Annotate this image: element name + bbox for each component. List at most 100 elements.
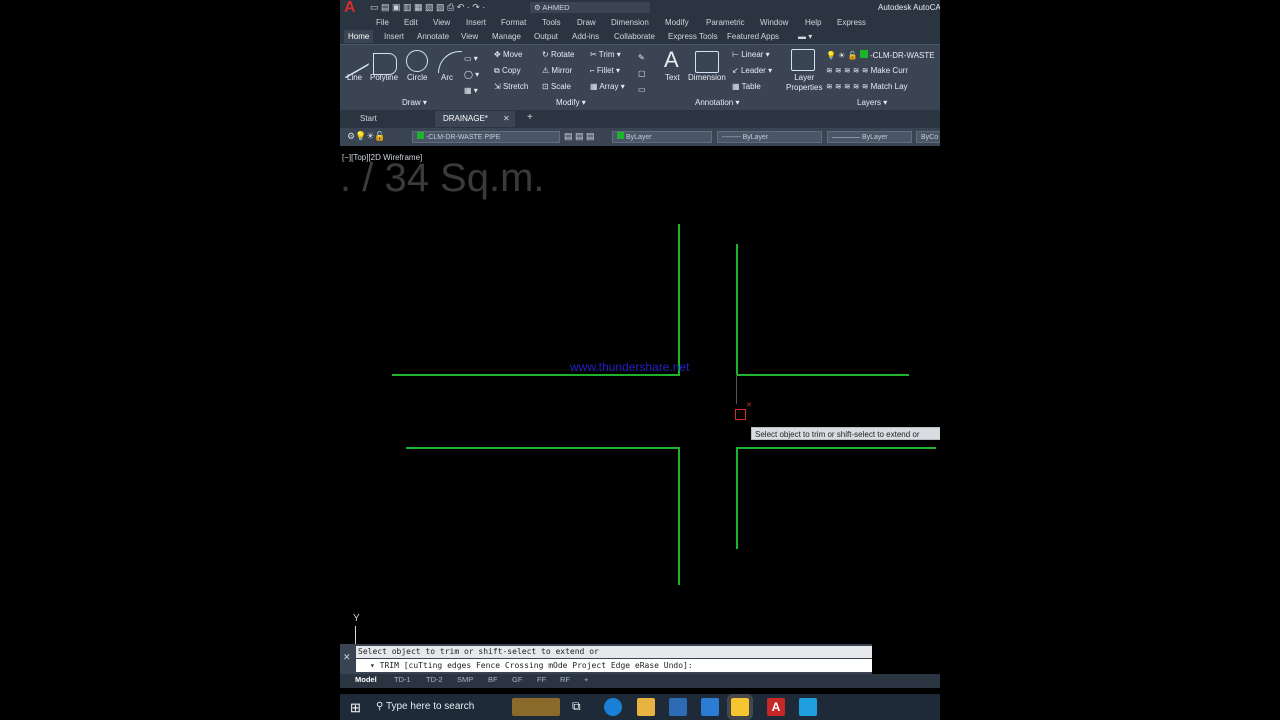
rotate-button[interactable]: ↻ Rotate bbox=[542, 50, 575, 59]
add-layout-tab[interactable]: + bbox=[584, 675, 588, 684]
leader-button[interactable]: ↙ Leader ▾ bbox=[732, 66, 772, 75]
trim-button[interactable]: ✂ Trim ▾ bbox=[590, 50, 621, 59]
layer-properties-icon[interactable] bbox=[791, 49, 815, 71]
layer-tools-row2[interactable]: ≋ ≋ ≋ ≋ ≋ Make Curr bbox=[826, 66, 908, 75]
tab-output[interactable]: Output bbox=[534, 32, 558, 41]
workspace-dropdown[interactable]: ⚙ AHMED bbox=[530, 2, 650, 13]
pipe-line-right-vertical-lower[interactable] bbox=[736, 447, 738, 549]
windows-start-icon[interactable]: ⊞ bbox=[350, 700, 361, 716]
fillet-button[interactable]: ⌐ Fillet ▾ bbox=[590, 66, 620, 75]
menu-file[interactable]: File bbox=[376, 18, 389, 27]
tab-insert[interactable]: Insert bbox=[384, 32, 404, 41]
draw-panel-label[interactable]: Draw ▾ bbox=[402, 98, 427, 107]
command-input[interactable]: ▾ TRIM [cuTting edges Fence Crossing mOd… bbox=[356, 659, 872, 672]
circle-icon[interactable] bbox=[406, 50, 428, 72]
tab-model[interactable]: Model bbox=[355, 675, 377, 684]
text-icon[interactable]: A bbox=[664, 47, 679, 73]
pipe-line-right-horizontal-lower[interactable] bbox=[736, 447, 936, 449]
pipe-line-left-horizontal-upper[interactable] bbox=[392, 374, 680, 376]
table-button[interactable]: ▦ Table bbox=[732, 82, 761, 91]
scale-button[interactable]: ⊡ Scale bbox=[542, 82, 571, 91]
start-tab[interactable]: Start bbox=[360, 114, 377, 123]
arc-icon[interactable] bbox=[438, 51, 462, 73]
weather-widget-icon[interactable] bbox=[512, 698, 560, 716]
tab-td-2[interactable]: TD-2 bbox=[426, 675, 443, 684]
task-view-icon[interactable]: ⧉ bbox=[572, 699, 581, 714]
app-taskbar-icon[interactable] bbox=[799, 698, 817, 716]
tab-collaborate[interactable]: Collaborate bbox=[614, 32, 655, 41]
ribbon-options-icon[interactable]: ▬ ▾ bbox=[798, 32, 812, 41]
menu-edit[interactable]: Edit bbox=[404, 18, 418, 27]
menu-draw[interactable]: Draw bbox=[577, 18, 596, 27]
polyline-icon[interactable] bbox=[373, 53, 397, 75]
copy-button[interactable]: ⧉ Copy bbox=[494, 66, 521, 76]
menu-format[interactable]: Format bbox=[501, 18, 526, 27]
store-icon[interactable] bbox=[669, 698, 687, 716]
draw-extra-icons[interactable]: ▭ ▾ ◯ ▾ ▦ ▾ bbox=[464, 51, 479, 99]
file-explorer-icon[interactable] bbox=[637, 698, 655, 716]
tab-rf[interactable]: RF bbox=[560, 675, 570, 684]
mirror-button[interactable]: ⚠ Mirror bbox=[542, 66, 572, 75]
plotstyle-dropdown[interactable]: ByCo bbox=[916, 131, 940, 143]
menu-parametric[interactable]: Parametric bbox=[706, 18, 745, 27]
circle-button[interactable]: Circle bbox=[407, 73, 427, 82]
color-dropdown[interactable]: ByLayer bbox=[612, 131, 712, 143]
dimension-icon[interactable] bbox=[695, 51, 719, 73]
stretch-button[interactable]: ⇲ Stretch bbox=[494, 82, 528, 91]
qat-icons[interactable]: ▭ ▤ ▣ ▥ ▦ ▧ ▨ ⎙ ↶ · ↷ · bbox=[370, 2, 485, 13]
text-button[interactable]: Text bbox=[665, 73, 680, 82]
taskbar-search[interactable]: ⚲ Type here to search bbox=[372, 696, 508, 718]
tab-smp[interactable]: SMP bbox=[457, 675, 473, 684]
arc-button[interactable]: Arc bbox=[441, 73, 453, 82]
autocad-taskbar-icon[interactable]: A bbox=[767, 698, 785, 716]
dimension-button[interactable]: Dimension bbox=[688, 73, 726, 82]
new-tab-icon[interactable]: + bbox=[527, 112, 533, 123]
tab-td-1[interactable]: TD-1 bbox=[394, 675, 411, 684]
annotation-panel-label[interactable]: Annotation ▾ bbox=[695, 98, 740, 107]
edge-icon[interactable] bbox=[604, 698, 622, 716]
layer-state-icons[interactable]: 💡 ☀ 🔓 -CLM-DR-WASTE bbox=[826, 50, 935, 60]
menu-insert[interactable]: Insert bbox=[466, 18, 486, 27]
tab-add-ins[interactable]: Add-ins bbox=[572, 32, 599, 41]
menu-express[interactable]: Express bbox=[837, 18, 866, 27]
menu-modify[interactable]: Modify bbox=[665, 18, 689, 27]
tab-annotate[interactable]: Annotate bbox=[417, 32, 449, 41]
sticky-notes-icon[interactable] bbox=[727, 694, 753, 720]
menu-help[interactable]: Help bbox=[805, 18, 821, 27]
linetype-dropdown[interactable]: -------- ByLayer bbox=[717, 131, 822, 143]
menu-tools[interactable]: Tools bbox=[542, 18, 561, 27]
modify-panel-label[interactable]: Modify ▾ bbox=[556, 98, 586, 107]
tab-bf[interactable]: BF bbox=[488, 675, 498, 684]
pipe-line-left-vertical-lower[interactable] bbox=[678, 447, 680, 585]
layer-tools-icons[interactable]: ▤ ▤ ▤ bbox=[564, 131, 595, 142]
pipe-line-left-vertical-upper[interactable] bbox=[678, 224, 680, 376]
tab-gf[interactable]: GF bbox=[512, 675, 522, 684]
pipe-line-right-vertical-upper[interactable] bbox=[736, 244, 738, 374]
pickbox-cursor-icon[interactable] bbox=[735, 409, 746, 420]
close-tab-icon[interactable]: ✕ bbox=[503, 114, 510, 123]
pipe-line-right-horizontal-upper[interactable] bbox=[736, 374, 909, 376]
layers-panel-label[interactable]: Layers ▾ bbox=[857, 98, 887, 107]
pipe-line-left-horizontal-lower[interactable] bbox=[406, 447, 680, 449]
menu-dimension[interactable]: Dimension bbox=[611, 18, 649, 27]
tab-manage[interactable]: Manage bbox=[492, 32, 521, 41]
layer-tools-row3[interactable]: ≋ ≋ ≋ ≋ ≋ Match Lay bbox=[826, 82, 908, 91]
move-button[interactable]: ✥ Move bbox=[494, 50, 523, 59]
polyline-button[interactable]: Polyline bbox=[370, 73, 398, 82]
autocad-logo-icon[interactable]: A bbox=[344, 0, 356, 16]
layer-manager-icon[interactable]: ⚙💡☀🔓 bbox=[347, 131, 386, 142]
tab-express-tools[interactable]: Express Tools bbox=[668, 32, 718, 41]
mail-icon[interactable] bbox=[701, 698, 719, 716]
tab-home[interactable]: Home bbox=[344, 30, 374, 43]
drawing-canvas[interactable]: [−][Top][2D Wireframe] . / 34 Sq.m. www.… bbox=[340, 146, 940, 674]
layer-properties-button[interactable]: Layer Properties bbox=[786, 73, 822, 93]
linear-button[interactable]: ⊢ Linear ▾ bbox=[732, 50, 770, 59]
command-close-icon[interactable]: ✕ bbox=[343, 652, 351, 663]
line-button[interactable]: Line bbox=[347, 73, 362, 82]
tab-featured-apps[interactable]: Featured Apps bbox=[727, 32, 779, 41]
array-button[interactable]: ▦ Array ▾ bbox=[590, 82, 625, 91]
lineweight-dropdown[interactable]: ———— ByLayer bbox=[827, 131, 912, 143]
modify-extra-icons[interactable]: ✎ ▢ ▭ bbox=[638, 50, 646, 98]
tab-ff[interactable]: FF bbox=[537, 675, 546, 684]
menu-view[interactable]: View bbox=[433, 18, 450, 27]
